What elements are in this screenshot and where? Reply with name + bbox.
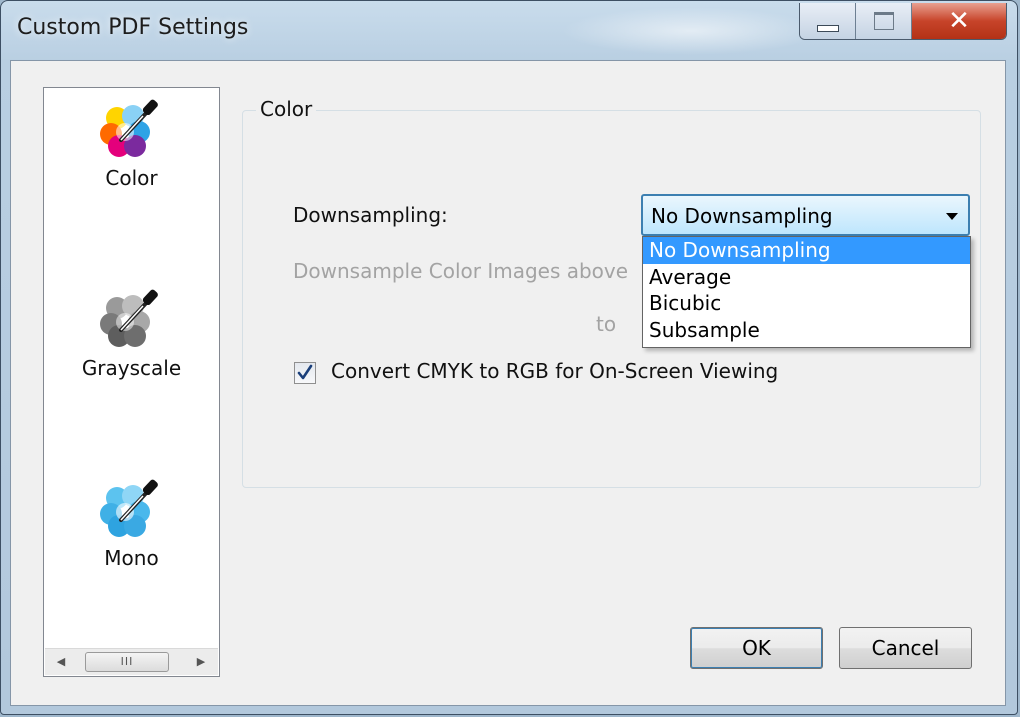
scroll-left-icon[interactable]: ◀ — [53, 653, 69, 671]
close-button[interactable]: ✕ — [912, 3, 1006, 39]
convert-cmyk-label[interactable]: Convert CMYK to RGB for On-Screen Viewin… — [331, 359, 778, 383]
downsampling-dropdown-list: No Downsampling Average Bicubic Subsampl… — [642, 236, 971, 348]
grip-icon: III — [120, 655, 134, 668]
dialog-client-area: Color Grayscale Mono ◀ III ▶ Color Downs… — [10, 60, 1006, 706]
downsampling-select-value: No Downsampling — [651, 204, 833, 228]
group-title: Color — [256, 97, 317, 121]
sidebar-item-label: Grayscale — [81, 356, 182, 380]
close-icon: ✕ — [948, 6, 970, 36]
scrollbar-thumb[interactable]: III — [85, 652, 169, 672]
dropdown-option[interactable]: No Downsampling — [643, 237, 970, 264]
maximize-button[interactable] — [856, 3, 912, 39]
sidebar-item-color[interactable]: Color — [44, 94, 219, 190]
dropdown-arrow-icon[interactable] — [946, 213, 958, 220]
scroll-right-icon[interactable]: ▶ — [193, 653, 209, 671]
color-eyedropper-icon — [99, 99, 158, 157]
mono-eyedropper-icon — [99, 479, 158, 537]
minimize-icon — [816, 24, 839, 32]
title-bar[interactable]: Custom PDF Settings ✕ — [1, 1, 1017, 59]
dropdown-option[interactable]: Average — [643, 264, 970, 291]
sidebar-item-label: Mono — [104, 546, 159, 570]
sidebar-item-mono[interactable]: Mono — [44, 474, 219, 570]
caption-buttons: ✕ — [799, 3, 1007, 40]
window-title: Custom PDF Settings — [17, 15, 249, 40]
dialog-window: Custom PDF Settings ✕ Color Grayscale Mo… — [0, 0, 1018, 715]
dropdown-option[interactable]: Subsample — [643, 317, 970, 344]
maximize-icon — [873, 12, 894, 30]
sidebar-item-label: Color — [105, 166, 158, 190]
dropdown-option[interactable]: Bicubic — [643, 290, 970, 317]
cancel-button[interactable]: Cancel — [839, 627, 972, 669]
convert-cmyk-checkbox[interactable] — [294, 362, 316, 384]
minimize-button[interactable] — [800, 3, 856, 39]
category-list: Color Grayscale Mono ◀ III ▶ — [43, 87, 220, 677]
downsample-above-label: Downsample Color Images above — [293, 259, 629, 283]
sidebar-item-grayscale[interactable]: Grayscale — [44, 284, 219, 380]
grayscale-eyedropper-icon — [99, 289, 158, 347]
checkmark-icon — [297, 364, 313, 380]
to-label: to — [596, 312, 617, 336]
downsampling-label: Downsampling: — [293, 203, 448, 227]
downsampling-select[interactable]: No Downsampling — [641, 194, 970, 236]
horizontal-scrollbar[interactable]: ◀ III ▶ — [45, 648, 218, 675]
ok-button[interactable]: OK — [690, 627, 823, 669]
